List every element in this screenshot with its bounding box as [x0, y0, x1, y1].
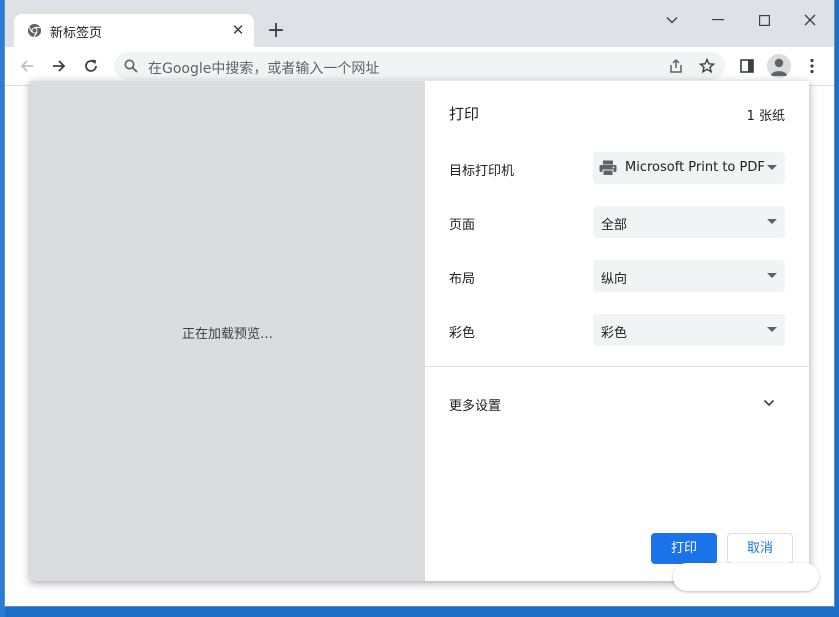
color-select[interactable]: 彩色 — [593, 314, 785, 346]
chevron-down-icon[interactable] — [763, 395, 775, 415]
maximize-icon[interactable] — [741, 6, 787, 34]
forward-icon[interactable] — [45, 52, 73, 80]
tab-title: 新标签页 — [50, 26, 103, 41]
destination-select[interactable]: Microsoft Print to PDF — [593, 152, 785, 184]
print-title: 打印 — [449, 105, 480, 123]
print-dialog: 正在加载预览… 打印 1 张纸 目标打印机 Microsoft Print to… — [30, 81, 809, 581]
omnibox-placeholder: 在Google中搜索，或者输入一个网址 — [148, 61, 380, 77]
search-icon — [124, 59, 138, 77]
notification-bubble — [673, 563, 819, 591]
back-icon[interactable] — [13, 52, 41, 80]
pages-value: 全部 — [601, 218, 628, 233]
dropdown-arrow-icon — [767, 327, 777, 332]
cancel-button[interactable]: 取消 — [727, 533, 793, 564]
preview-loading-text: 正在加载预览… — [181, 327, 273, 342]
new-tab-plus-icon[interactable]: + — [263, 18, 289, 44]
layout-value: 纵向 — [601, 272, 628, 287]
settings-divider — [425, 366, 809, 367]
reload-icon[interactable] — [77, 52, 105, 80]
pages-select[interactable]: 全部 — [593, 206, 785, 238]
close-window-icon[interactable] — [787, 6, 833, 34]
color-value: 彩色 — [601, 326, 628, 341]
profile-avatar-icon[interactable] — [767, 54, 791, 78]
browser-window: 新标签页 ✕ + 在Google中搜索，或者输入一个网址 正在加载预览… 打印 … — [5, 0, 834, 606]
destination-value: Microsoft Print to PDF — [625, 160, 765, 175]
tab-new-tab[interactable]: 新标签页 ✕ — [14, 14, 254, 47]
print-preview-area: 正在加载预览… — [30, 81, 425, 581]
side-panel-icon[interactable] — [733, 52, 761, 80]
printer-icon — [599, 160, 617, 180]
tab-strip: 新标签页 ✕ + — [5, 0, 834, 47]
print-settings-panel: 打印 1 张纸 目标打印机 Microsoft Print to PDF 页面 … — [425, 81, 809, 581]
minimize-icon[interactable] — [695, 6, 741, 34]
more-settings-toggle[interactable]: 更多设置 — [449, 395, 501, 414]
tab-search-chevron-icon[interactable] — [649, 6, 695, 34]
bookmark-star-icon[interactable] — [698, 57, 716, 75]
print-button[interactable]: 打印 — [651, 533, 717, 564]
tab-close-icon[interactable]: ✕ — [228, 20, 248, 40]
share-icon[interactable] — [667, 57, 685, 75]
pages-label: 页面 — [449, 218, 476, 233]
dropdown-arrow-icon — [767, 273, 777, 278]
sheet-count: 1 张纸 — [746, 109, 785, 124]
dropdown-arrow-icon — [767, 219, 777, 224]
color-label: 彩色 — [449, 326, 476, 341]
layout-label: 布局 — [449, 272, 476, 287]
omnibox[interactable]: 在Google中搜索，或者输入一个网址 — [114, 52, 725, 80]
menu-kebab-icon[interactable] — [798, 52, 826, 80]
dropdown-arrow-icon — [767, 165, 777, 170]
chrome-icon — [27, 23, 42, 38]
destination-label: 目标打印机 — [449, 164, 515, 179]
layout-select[interactable]: 纵向 — [593, 260, 785, 292]
